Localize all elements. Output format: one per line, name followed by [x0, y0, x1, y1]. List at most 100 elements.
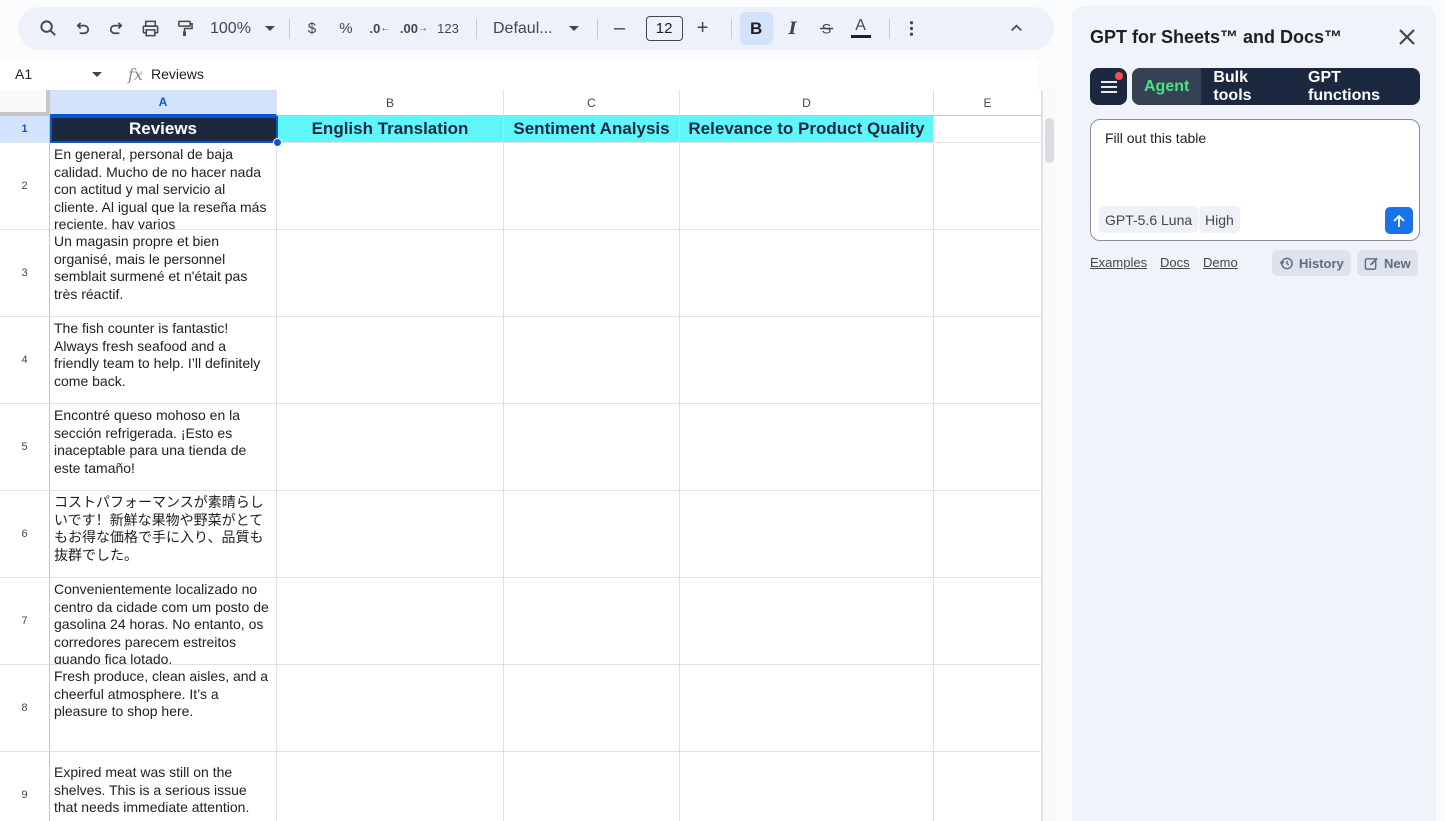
empty-cell[interactable]	[680, 143, 934, 230]
header-cell[interactable]: Reviews	[50, 116, 277, 143]
column-header[interactable]: A	[50, 90, 277, 116]
number-format-button[interactable]: 123	[434, 14, 462, 44]
empty-cell[interactable]	[277, 404, 504, 491]
tab-gpt-functions[interactable]: GPT functions	[1296, 68, 1420, 105]
empty-cell[interactable]	[504, 752, 680, 821]
empty-cell[interactable]	[277, 143, 504, 230]
hamburger-menu-button[interactable]	[1090, 68, 1127, 105]
currency-format-button[interactable]: $	[298, 14, 326, 44]
row-header[interactable]: 1	[0, 116, 50, 143]
examples-link[interactable]: Examples	[1090, 255, 1147, 270]
review-cell[interactable]: En general, personal de baja calidad. Mu…	[50, 143, 277, 230]
empty-cell[interactable]	[934, 116, 1042, 143]
redo-icon[interactable]	[102, 14, 130, 44]
row-header[interactable]: 3	[0, 230, 50, 317]
header-cell[interactable]: Sentiment Analysis	[504, 116, 680, 143]
decrease-font-size-button[interactable]: –	[606, 14, 634, 44]
undo-icon[interactable]	[68, 14, 96, 44]
review-cell[interactable]: Expired meat was still on the shelves. T…	[50, 752, 277, 821]
chevron-up-icon[interactable]	[1002, 14, 1030, 44]
scrollbar-thumb[interactable]	[1045, 118, 1054, 163]
increase-font-size-button[interactable]: +	[689, 14, 717, 44]
search-menus-icon[interactable]	[34, 14, 62, 44]
empty-cell[interactable]	[934, 752, 1042, 821]
text-color-button[interactable]: A	[847, 14, 875, 44]
header-cell[interactable]: English Translation	[277, 116, 504, 143]
vertical-scrollbar[interactable]	[1042, 90, 1055, 821]
decrease-decimal-button[interactable]: .0 ←	[366, 14, 394, 44]
font-size-input[interactable]: 12	[645, 16, 683, 41]
column-header[interactable]: B	[277, 90, 504, 116]
history-button[interactable]: History	[1272, 250, 1351, 276]
empty-cell[interactable]	[680, 230, 934, 317]
header-cell[interactable]: Relevance to Product Quality	[680, 116, 934, 143]
row-header[interactable]: 6	[0, 491, 50, 578]
empty-cell[interactable]	[934, 578, 1042, 665]
empty-cell[interactable]	[504, 491, 680, 578]
column-header[interactable]: C	[504, 90, 680, 116]
empty-cell[interactable]	[277, 665, 504, 752]
tab-bulk-tools[interactable]: Bulk tools	[1201, 68, 1296, 105]
empty-cell[interactable]	[934, 665, 1042, 752]
review-cell[interactable]: Encontré queso mohoso en la sección refr…	[50, 404, 277, 491]
row-header[interactable]: 8	[0, 665, 50, 752]
empty-cell[interactable]	[680, 665, 934, 752]
empty-cell[interactable]	[680, 578, 934, 665]
effort-select[interactable]: High	[1199, 206, 1240, 233]
column-header[interactable]: E	[934, 90, 1042, 116]
empty-cell[interactable]	[504, 578, 680, 665]
row-header[interactable]: 5	[0, 404, 50, 491]
review-cell[interactable]: コストパフォーマンスが素晴らしいです！新鮮な果物や野菜がとてもお得な価格で手に入…	[50, 491, 277, 578]
empty-cell[interactable]	[680, 491, 934, 578]
name-box[interactable]: A1	[0, 58, 110, 90]
print-icon[interactable]	[136, 14, 164, 44]
review-cell[interactable]: Convenientemente localizado no centro da…	[50, 578, 277, 665]
formula-input[interactable]: Reviews	[151, 66, 204, 82]
send-button[interactable]	[1385, 207, 1413, 234]
tab-agent[interactable]: Agent	[1132, 68, 1202, 105]
row-header[interactable]: 2	[0, 143, 50, 230]
demo-link[interactable]: Demo	[1203, 255, 1238, 270]
percent-format-button[interactable]: %	[332, 14, 360, 44]
review-cell[interactable]: The fish counter is fantastic! Always fr…	[50, 317, 277, 404]
empty-cell[interactable]	[277, 578, 504, 665]
more-vert-icon[interactable]	[898, 14, 926, 44]
paint-format-icon[interactable]	[170, 14, 198, 44]
empty-cell[interactable]	[934, 317, 1042, 404]
empty-cell[interactable]	[277, 752, 504, 821]
empty-cell[interactable]	[277, 491, 504, 578]
review-cell[interactable]: Un magasin propre et bien organisé, mais…	[50, 230, 277, 317]
empty-cell[interactable]	[934, 143, 1042, 230]
new-chat-button[interactable]: New	[1357, 250, 1418, 276]
review-cell[interactable]: Fresh produce, clean aisles, and a cheer…	[50, 665, 277, 752]
empty-cell[interactable]	[277, 230, 504, 317]
italic-button[interactable]: I	[779, 14, 807, 44]
empty-cell[interactable]	[680, 404, 934, 491]
docs-link[interactable]: Docs	[1160, 255, 1190, 270]
zoom-select[interactable]: 100%	[210, 20, 275, 38]
empty-cell[interactable]	[504, 143, 680, 230]
increase-decimal-button[interactable]: .00 →	[400, 14, 428, 44]
prompt-input[interactable]: Fill out this table GPT-5.6 Luna High	[1090, 119, 1420, 241]
empty-cell[interactable]	[934, 230, 1042, 317]
model-select[interactable]: GPT-5.6 Luna	[1099, 206, 1199, 233]
row-header[interactable]: 4	[0, 317, 50, 404]
empty-cell[interactable]	[680, 317, 934, 404]
empty-cell[interactable]	[680, 752, 934, 821]
empty-cell[interactable]	[504, 317, 680, 404]
row-header[interactable]: 7	[0, 578, 50, 665]
empty-cell[interactable]	[504, 665, 680, 752]
empty-cell[interactable]	[277, 317, 504, 404]
bold-button[interactable]: B	[739, 12, 773, 45]
empty-cell[interactable]	[504, 404, 680, 491]
empty-cell[interactable]	[504, 230, 680, 317]
font-select[interactable]: Defaul...	[493, 20, 579, 38]
row-header[interactable]: 9	[0, 752, 50, 821]
empty-cell[interactable]	[934, 404, 1042, 491]
strikethrough-button[interactable]: S	[813, 14, 841, 44]
empty-cell[interactable]	[934, 491, 1042, 578]
prompt-text[interactable]: Fill out this table	[1105, 130, 1206, 146]
fill-handle[interactable]	[273, 138, 282, 147]
column-header[interactable]: D	[680, 90, 934, 116]
close-icon[interactable]	[1396, 26, 1418, 48]
